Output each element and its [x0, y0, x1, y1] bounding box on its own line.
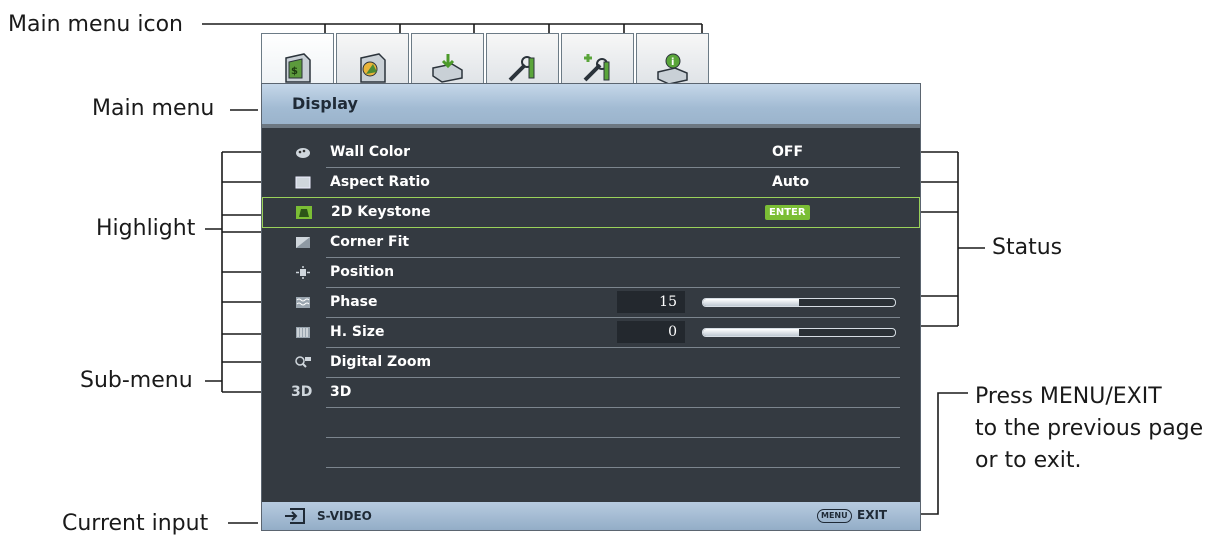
menu-item-label: 2D Keystone	[331, 204, 431, 220]
menu-item-label: Corner Fit	[330, 234, 410, 250]
callout-main-menu-icon: Main menu icon	[8, 12, 183, 37]
menu-item-label: H. Size	[330, 324, 385, 340]
h-size-slider-fill	[703, 329, 799, 336]
empty-row	[262, 438, 920, 468]
position-icon	[296, 266, 310, 279]
menu-item-label: Digital Zoom	[330, 354, 432, 370]
menu-item-2d-keystone[interactable]: 2D Keystone ENTER	[262, 197, 920, 228]
menu-item-corner-fit[interactable]: Corner Fit	[262, 228, 920, 258]
h-size-value: 0	[617, 321, 685, 343]
menu-item-position[interactable]: Position	[262, 258, 920, 288]
svg-text:$: $	[291, 66, 298, 77]
callout-press-menu-exit: Press MENU/EXIT to the previous page or …	[975, 381, 1203, 477]
page-title: Display	[292, 94, 358, 113]
menu-item-phase[interactable]: Phase 15	[262, 288, 920, 318]
system-setup-basic-icon	[508, 56, 535, 82]
phase-slider-fill	[703, 299, 799, 306]
source-menu-icon	[432, 54, 463, 83]
h-size-slider[interactable]	[702, 328, 896, 337]
menu-key-icon[interactable]: MENU	[817, 509, 852, 523]
menu-item-label: 3D	[330, 384, 352, 400]
picture-menu-icon	[360, 53, 386, 83]
phase-icon	[296, 297, 310, 308]
osd-footer: S-VIDEO MENU EXIT	[262, 502, 920, 530]
hsize-icon	[296, 327, 310, 338]
osd-header: Display	[262, 84, 920, 124]
callout-press-line-3: or to exit.	[975, 448, 1082, 473]
menu-item-3d[interactable]: 3D 3D	[262, 378, 920, 408]
osd-panel: Display Wall Color OFF Aspect Ratio Auto…	[261, 83, 921, 531]
system-setup-advanced-icon	[583, 54, 610, 82]
osd-divider	[262, 124, 920, 128]
digital-zoom-icon	[295, 356, 311, 368]
svg-text:i: i	[671, 57, 674, 68]
menu-item-status: Auto	[772, 174, 810, 190]
menu-item-label: Phase	[330, 294, 378, 310]
keystone-icon	[296, 206, 312, 219]
menu-item-wall-color[interactable]: Wall Color OFF	[262, 138, 920, 168]
menu-item-label: Wall Color	[330, 144, 411, 160]
callout-highlight: Highlight	[96, 216, 196, 241]
menu-item-aspect-ratio[interactable]: Aspect Ratio Auto	[262, 168, 920, 198]
information-menu-icon: i	[657, 53, 688, 85]
input-source-icon	[285, 508, 305, 524]
menu-item-label: Position	[330, 264, 395, 280]
current-input-source: S-VIDEO	[317, 509, 372, 523]
menu-item-status: OFF	[772, 144, 804, 160]
menu-item-label: Aspect Ratio	[330, 174, 430, 190]
palette-icon	[296, 148, 310, 158]
aspect-ratio-icon	[295, 176, 311, 189]
phase-slider[interactable]	[702, 298, 896, 307]
row-divider	[326, 467, 900, 468]
menu-item-digital-zoom[interactable]: Digital Zoom	[262, 348, 920, 378]
phase-value: 15	[617, 291, 685, 313]
enter-badge[interactable]: ENTER	[765, 205, 810, 220]
callout-press-line-2: to the previous page	[975, 416, 1204, 441]
display-menu-icon: $	[285, 53, 311, 83]
menu-item-h-size[interactable]: H. Size 0	[262, 318, 920, 348]
callout-status: Status	[992, 235, 1063, 260]
corner-fit-icon	[296, 237, 310, 248]
callout-sub-menu: Sub-menu	[80, 368, 193, 393]
callout-press-line-1: Press MENU/EXIT	[975, 384, 1162, 409]
3d-icon: 3D	[291, 384, 313, 400]
exit-label[interactable]: EXIT	[857, 508, 887, 522]
callout-current-input: Current input	[62, 511, 209, 536]
callout-main-menu: Main menu	[92, 96, 215, 121]
empty-row	[262, 408, 920, 438]
